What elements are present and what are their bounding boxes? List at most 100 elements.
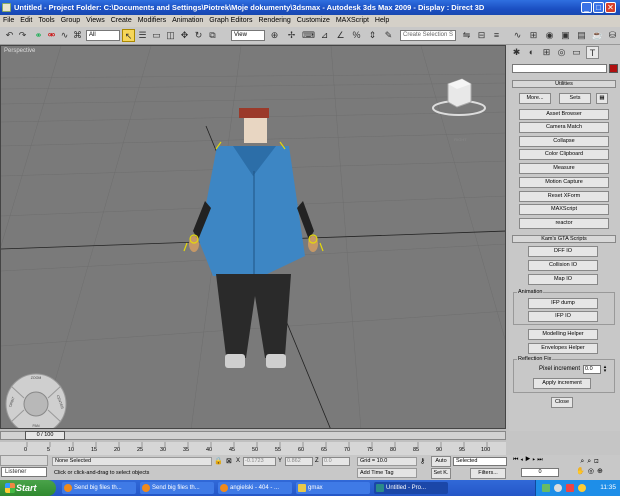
- utility-reactor[interactable]: reactor: [519, 218, 609, 229]
- current-frame-field[interactable]: 0: [521, 468, 559, 477]
- nav-zoom-label[interactable]: ZOOM: [27, 376, 45, 380]
- utilities-rollout-header[interactable]: Utilities: [512, 80, 616, 88]
- undo-icon[interactable]: ↶: [3, 29, 16, 42]
- more-button[interactable]: More...: [519, 93, 551, 104]
- apply-increment-button[interactable]: Apply increment: [533, 378, 591, 389]
- key-filters-button[interactable]: Filters...: [470, 468, 506, 479]
- spinner-snap-icon[interactable]: ⇕: [366, 29, 379, 42]
- schematic-view-icon[interactable]: ⊞: [527, 29, 540, 42]
- reference-coordinate-dropdown[interactable]: View: [231, 30, 265, 41]
- utility-reset-xform[interactable]: Reset XForm: [519, 191, 609, 202]
- select-manipulate-icon[interactable]: ✢: [285, 29, 298, 42]
- edit-named-selection-icon[interactable]: ✎: [382, 29, 395, 42]
- map-io-button[interactable]: Map IO: [528, 274, 598, 285]
- dff-io-button[interactable]: DFF IO: [528, 246, 598, 257]
- percent-snap-icon[interactable]: %: [350, 29, 363, 42]
- menu-graph-editors[interactable]: Graph Editors: [206, 15, 255, 27]
- maxscript-mini-listener-top[interactable]: [0, 455, 48, 466]
- key-icon[interactable]: ⚷: [420, 457, 429, 466]
- angle-snap-icon[interactable]: ∠: [334, 29, 347, 42]
- menu-modifiers[interactable]: Modifiers: [135, 15, 169, 27]
- time-slider-track[interactable]: [0, 431, 506, 440]
- layer-manager-icon[interactable]: ≡: [490, 29, 503, 42]
- keyboard-shortcut-icon[interactable]: ⌨: [302, 29, 315, 42]
- taskbar-item-firefox-2[interactable]: Send big files th...: [140, 482, 214, 494]
- clock[interactable]: 11:35: [600, 484, 616, 491]
- select-rotate-icon[interactable]: ↻: [192, 29, 205, 42]
- rendered-frame-icon[interactable]: ▤: [575, 29, 588, 42]
- maximize-button[interactable]: □: [593, 2, 604, 13]
- lock-selection-icon[interactable]: 🔒: [214, 457, 223, 466]
- modify-tab-icon[interactable]: ◐: [525, 46, 538, 59]
- render-setup-icon[interactable]: ▣: [559, 29, 572, 42]
- rectangular-selection-icon[interactable]: ▭: [150, 29, 163, 42]
- menu-group[interactable]: Group: [58, 15, 83, 27]
- pixel-increment-input[interactable]: 0.0: [583, 365, 601, 374]
- collision-io-button[interactable]: Collision IO: [528, 260, 598, 271]
- menu-help[interactable]: Help: [372, 15, 392, 27]
- menu-maxscript[interactable]: MAXScript: [333, 15, 372, 27]
- close-button[interactable]: ✕: [605, 2, 616, 13]
- ifp-dump-button[interactable]: IFP dump: [528, 298, 598, 309]
- volume-icon[interactable]: [554, 484, 562, 492]
- taskbar-item-3dsmax[interactable]: Untitled - Pro...: [374, 482, 448, 494]
- viewport-navigation-controls[interactable]: ⌕⌕⊡ ✋◎⊕: [565, 457, 617, 477]
- utility-maxscript[interactable]: MAXScript: [519, 204, 609, 215]
- select-object-icon[interactable]: ↖: [122, 29, 135, 42]
- select-move-icon[interactable]: ✥: [178, 29, 191, 42]
- pivot-center-icon[interactable]: ⊕: [268, 29, 281, 42]
- taskbar-item-firefox-1[interactable]: Send big files th...: [62, 482, 136, 494]
- menu-tools[interactable]: Tools: [35, 15, 57, 27]
- render-production-icon[interactable]: ⛁: [606, 29, 619, 42]
- material-editor-icon[interactable]: ◉: [543, 29, 556, 42]
- unlink-icon[interactable]: ⚮: [45, 29, 58, 42]
- track-bar[interactable]: 0 5 10 15 20 25 30 35 40 45 50 55 60 65 …: [0, 442, 506, 455]
- ifp-io-button[interactable]: IFP IO: [528, 311, 598, 322]
- mirror-icon[interactable]: ⇋: [460, 29, 473, 42]
- auto-key-button[interactable]: Auto: [431, 456, 451, 467]
- menu-create[interactable]: Create: [108, 15, 135, 27]
- curve-editor-icon[interactable]: ∿: [511, 29, 524, 42]
- utility-collapse[interactable]: Collapse: [519, 136, 609, 147]
- envelopes-helper-button[interactable]: Envelopes Helper: [528, 343, 598, 354]
- taskbar-item-gmax[interactable]: gmax: [296, 482, 370, 494]
- nav-pan-label[interactable]: PAN: [29, 424, 43, 428]
- menu-file[interactable]: File: [0, 15, 17, 27]
- snaps-toggle-icon[interactable]: ⊿: [318, 29, 331, 42]
- menu-edit[interactable]: Edit: [17, 15, 35, 27]
- update-icon[interactable]: [578, 484, 586, 492]
- perspective-viewport[interactable]: Perspective RIGHT ZOOM ORBIT CENTER PAN: [0, 45, 506, 429]
- z-coord-field[interactable]: 0.0: [322, 457, 350, 466]
- object-color-swatch[interactable]: [609, 64, 618, 73]
- link-icon[interactable]: ⚭: [32, 29, 45, 42]
- time-slider-thumb[interactable]: 0 / 100: [25, 431, 65, 440]
- menu-customize[interactable]: Customize: [294, 15, 333, 27]
- selection-filter-dropdown[interactable]: All: [86, 30, 120, 41]
- viewport-label[interactable]: Perspective: [4, 48, 35, 54]
- sets-button[interactable]: Sets: [559, 93, 591, 104]
- maxscript-listener[interactable]: Listener: [1, 467, 47, 477]
- redo-icon[interactable]: ↷: [16, 29, 29, 42]
- gta-scripts-rollout-header[interactable]: Kam's GTA Scripts: [512, 235, 616, 243]
- antivirus-icon[interactable]: [566, 484, 574, 492]
- utility-color-clipboard[interactable]: Color Clipboard: [519, 149, 609, 160]
- utility-asset-browser[interactable]: Asset Browser: [519, 109, 609, 120]
- display-tab-icon[interactable]: ▭: [570, 46, 583, 59]
- utilities-tab-icon[interactable]: T: [586, 46, 599, 59]
- align-icon[interactable]: ⊟: [475, 29, 488, 42]
- object-name-field[interactable]: [512, 64, 607, 73]
- set-key-button[interactable]: Set K.: [431, 468, 451, 479]
- bind-spacewarp-icon[interactable]: ∿: [58, 29, 71, 42]
- y-coord-field[interactable]: 0.862: [285, 457, 313, 466]
- taskbar-item-firefox-3[interactable]: angielski - 404 - ...: [218, 482, 292, 494]
- utility-motion-capture[interactable]: Motion Capture: [519, 177, 609, 188]
- menu-views[interactable]: Views: [83, 15, 108, 27]
- hierarchy-tab-icon[interactable]: ⊞: [540, 46, 553, 59]
- absolute-mode-icon[interactable]: ⊠: [226, 457, 235, 466]
- select-scale-icon[interactable]: ⧉: [206, 29, 219, 42]
- x-coord-field[interactable]: -0.1723: [243, 457, 276, 466]
- menu-animation[interactable]: Animation: [169, 15, 206, 27]
- menu-rendering[interactable]: Rendering: [255, 15, 293, 27]
- select-by-name-icon[interactable]: ☰: [136, 29, 149, 42]
- named-selection-dropdown[interactable]: Create Selection S: [400, 30, 456, 41]
